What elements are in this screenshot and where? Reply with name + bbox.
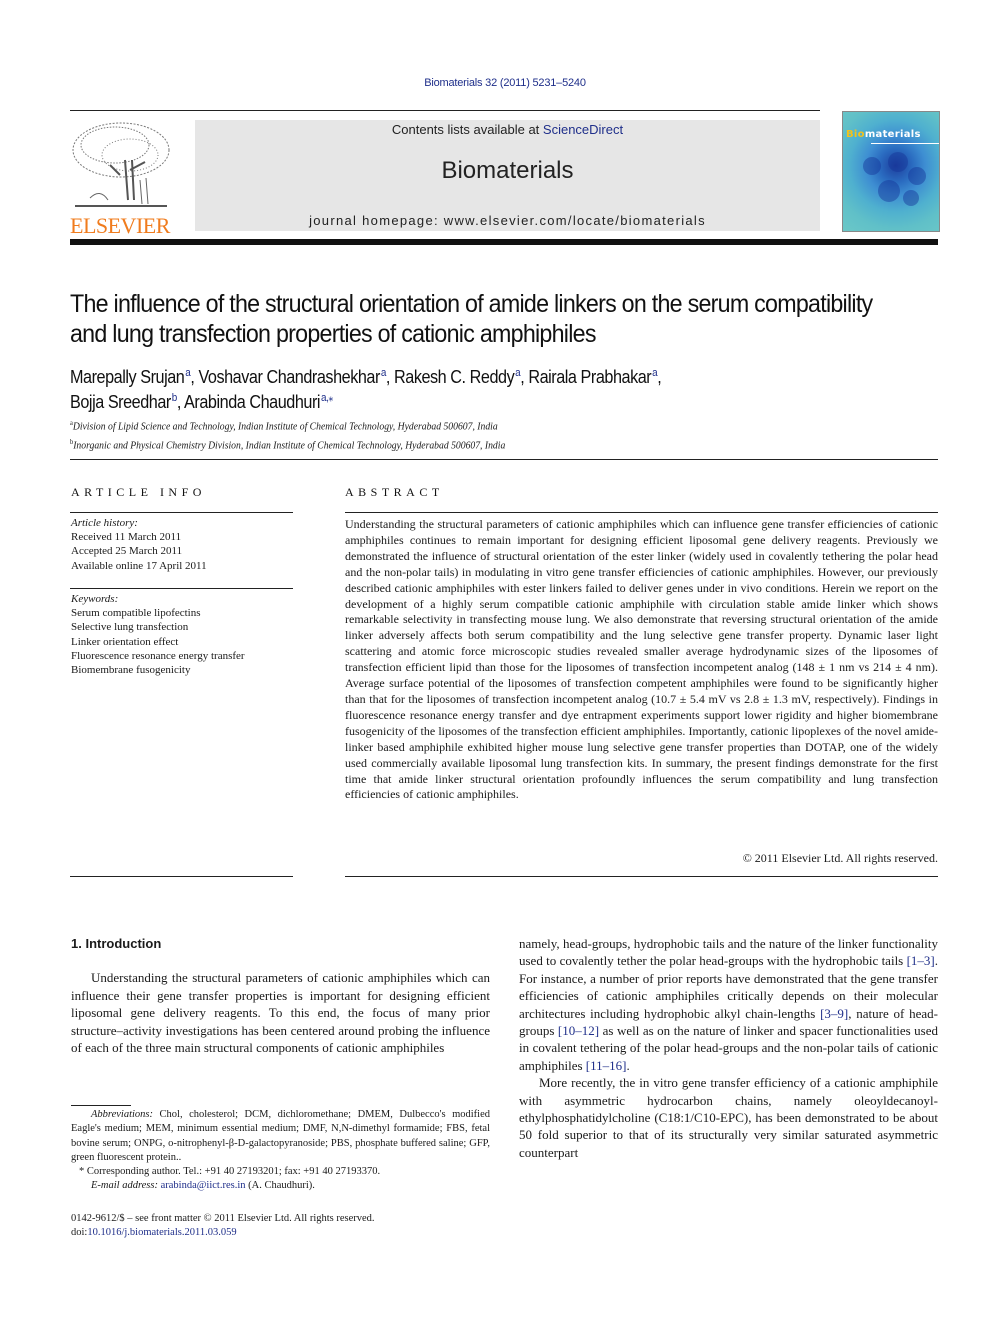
affiliation: aDivision of Lipid Science and Technolog… xyxy=(70,419,498,433)
author-corresponding[interactable]: Arabinda Chaudhuri a,⁎ xyxy=(184,392,333,412)
body-column-right: namely, head-groups, hydrophobic tails a… xyxy=(519,935,938,1161)
contents-line: Contents lists available at ScienceDirec… xyxy=(195,122,820,137)
author[interactable]: Voshavar Chandrashekhar a xyxy=(198,367,386,387)
history-item: Available online 17 April 2011 xyxy=(71,559,207,572)
issn-line: 0142-9612/$ – see front matter © 2011 El… xyxy=(71,1213,375,1224)
doi-line: doi:10.1016/j.biomaterials.2011.03.059 xyxy=(71,1227,237,1239)
body-paragraph: namely, head-groups, hydrophobic tails a… xyxy=(519,936,938,1073)
journal-cover-image[interactable]: Biomaterials xyxy=(842,111,940,232)
history-item: Accepted 25 March 2011 xyxy=(71,545,183,558)
author-list: Marepally Srujan a, Voshavar Chandrashek… xyxy=(70,367,662,412)
keyword: Fluorescence resonance energy transfer xyxy=(71,649,245,662)
affiliations: aDivision of Lipid Science and Technolog… xyxy=(70,416,714,453)
email-link[interactable]: arabinda@iict.res.in xyxy=(161,1180,246,1191)
journal-name: Biomaterials xyxy=(441,157,574,184)
author[interactable]: Bojja Sreedhar b xyxy=(70,392,177,412)
reference-link[interactable]: [11–16] xyxy=(586,1058,627,1073)
elsevier-tree-icon xyxy=(72,122,170,207)
divider xyxy=(70,876,293,877)
keywords-label: Keywords: xyxy=(71,593,119,605)
email-footnote: E-mail address: arabinda@iict.res.in (A.… xyxy=(91,1180,315,1192)
reference-link[interactable]: [10–12] xyxy=(558,1023,599,1038)
abstract-text: Understanding the structural parameters … xyxy=(345,517,938,802)
abstract-copyright: © 2011 Elsevier Ltd. All rights reserved… xyxy=(742,851,938,865)
body-paragraph: Understanding the structural parameters … xyxy=(71,970,490,1056)
reference-link[interactable]: [1–3] xyxy=(907,953,935,968)
journal-homepage-link[interactable]: journal homepage: www.elsevier.com/locat… xyxy=(195,213,820,228)
footnotes: Abbreviations: Chol, cholesterol; DCM, d… xyxy=(71,1108,490,1194)
abbreviations-footnote: Abbreviations: Chol, cholesterol; DCM, d… xyxy=(71,1109,490,1163)
article-title: The influence of the structural orientat… xyxy=(70,290,873,348)
keywords: Keywords: Serum compatible lipofectins S… xyxy=(71,592,245,677)
journal-citation-link[interactable]: Biomaterials 32 (2011) 5231–5240 xyxy=(0,77,992,89)
header-rule xyxy=(70,110,820,111)
body-column-left: 1. Introduction Understanding the struct… xyxy=(71,935,490,1056)
divider xyxy=(345,512,938,513)
keyword: Selective lung transfection xyxy=(71,621,189,634)
corresponding-author-footnote: * Corresponding author. Tel.: +91 40 271… xyxy=(79,1166,381,1178)
keyword: Linker orientation effect xyxy=(71,635,179,648)
body-paragraph: More recently, the in vitro gene transfe… xyxy=(519,1075,938,1160)
journal-banner: Contents lists available at ScienceDirec… xyxy=(195,120,820,231)
contents-prefix: Contents lists available at xyxy=(391,122,543,137)
keyword: Biomembrane fusogenicity xyxy=(71,664,191,677)
keyword: Serum compatible lipofectins xyxy=(71,607,201,620)
divider xyxy=(345,876,938,877)
footnote-rule xyxy=(71,1105,131,1106)
sciencedirect-link[interactable]: ScienceDirect xyxy=(543,122,623,137)
article-history: Article history: Received 11 March 2011 … xyxy=(71,516,207,573)
author[interactable]: Rakesh C. Reddy a xyxy=(394,367,521,387)
elsevier-logo[interactable]: ELSEVIER xyxy=(70,120,172,238)
front-matter: 0142-9612/$ – see front matter © 2011 El… xyxy=(71,1212,490,1241)
history-item: Received 11 March 2011 xyxy=(71,531,182,544)
cover-rule xyxy=(871,143,939,144)
author[interactable]: Rairala Prabhakar a xyxy=(528,367,657,387)
cover-title: Biomaterials xyxy=(846,129,921,140)
elsevier-wordmark: ELSEVIER xyxy=(70,213,170,238)
divider xyxy=(70,459,938,460)
affiliation: bInorganic and Physical Chemistry Divisi… xyxy=(70,437,506,452)
article-info-heading: ARTICLE INFO xyxy=(71,485,206,499)
reference-link[interactable]: [3–9] xyxy=(820,1006,848,1021)
history-label: Article history: xyxy=(71,517,138,529)
abstract-heading: ABSTRACT xyxy=(345,485,444,499)
author[interactable]: Marepally Srujan a xyxy=(70,367,191,387)
doi-link[interactable]: 10.1016/j.biomaterials.2011.03.059 xyxy=(87,1227,236,1238)
section-heading-introduction: 1. Introduction xyxy=(71,936,162,951)
divider xyxy=(70,512,293,513)
divider xyxy=(70,588,293,589)
header-thick-rule xyxy=(70,239,938,245)
